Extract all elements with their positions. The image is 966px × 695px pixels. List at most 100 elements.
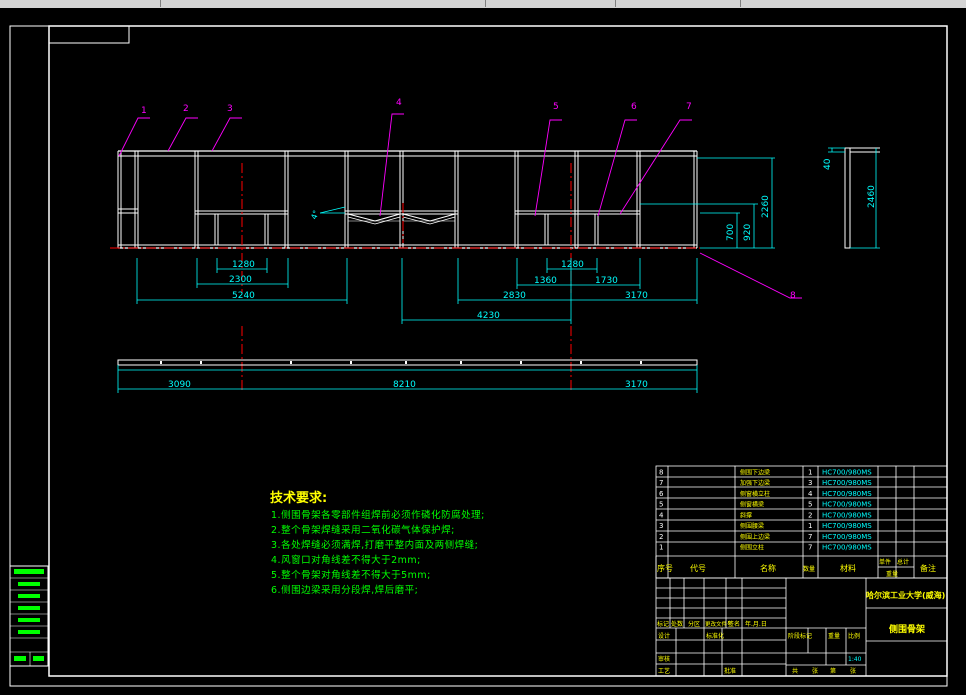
toolbar-segment (615, 0, 741, 7)
balloon-1: 1 (141, 106, 147, 116)
tech-requirement-6: 6.侧围边梁采用分段焊,焊后磨平; (271, 585, 419, 596)
bom-no: 7 (659, 479, 663, 487)
bom-header-qty: 数量 (803, 565, 815, 573)
tech-requirement-3: 3.各处焊缝必须满焊,打磨平整内面及两侧焊缝; (271, 540, 479, 551)
tb-review: 审核 (658, 655, 670, 663)
tech-requirement-5: 5.整个骨架对角线差不得大于5mm; (271, 570, 431, 581)
bom-name: 侧围腰梁 (740, 522, 764, 530)
balloon-6: 6 (631, 102, 637, 112)
side-frame-view (117, 150, 698, 249)
bom-no: 2 (659, 533, 663, 541)
dim-1730: 1730 (595, 276, 618, 286)
balloon-5: 5 (553, 102, 559, 112)
bom-no: 1 (659, 544, 663, 552)
bom-qty: 3 (808, 479, 812, 487)
tb-weight: 重量 (828, 632, 840, 640)
bom-header-code: 代号 (690, 563, 706, 573)
tb-date: 年.月.日 (745, 620, 767, 628)
tb-sheets: 共 (792, 667, 798, 675)
leader-lines (118, 113, 802, 299)
tb-process: 工艺 (658, 667, 670, 675)
bom-material: HC700/980MS (822, 544, 872, 552)
bom-header-no: 序号 (657, 563, 673, 573)
title-block-texts: 哈尔滨工业大学(威海) 侧围骨架 标记 处数 分区 更改文件号 签名 年.月.日… (657, 590, 945, 675)
bom-header: 序号 代号 名称 数量 材料 单件 总计 重量 备注 (657, 558, 936, 578)
bom-no: 5 (659, 501, 663, 509)
drawing-name: 侧围骨架 (889, 623, 925, 635)
balloon-8: 8 (790, 291, 796, 301)
dim-700: 700 (726, 224, 736, 241)
bom-qty: 7 (808, 544, 812, 552)
bom-rows: 8 侧围下边梁 1 HC700/980MS 7 加强下边梁 3 HC700/980MS 6 侧窗横… (659, 468, 872, 551)
dim-40: 40 (823, 158, 833, 170)
tb-mark: 标记 (657, 620, 669, 628)
tech-requirements-title: 技术要求: (270, 491, 328, 506)
bom-name: 侧围下边梁 (740, 468, 770, 476)
university-name: 哈尔滨工业大学(威海) (866, 590, 945, 600)
bom-qty: 1 (808, 522, 812, 530)
tb-scale: 比例 (848, 632, 860, 640)
left-stamp (9, 565, 49, 667)
dim-3170-top: 3170 (625, 291, 648, 301)
bom-header-name: 名称 (760, 563, 776, 573)
dim-angle: 4° (309, 209, 321, 221)
cad-drawing-canvas[interactable]: 1 2 3 4 5 6 7 8 1280 2300 5240 2830 4230… (0, 8, 966, 695)
tech-requirement-1: 1.侧围骨架各零部件组焊前必须作磷化防腐处理; (271, 510, 485, 521)
tb-design: 设计 (658, 632, 670, 640)
tb-standardize: 标准化 (706, 632, 724, 640)
tech-requirement-2: 2.整个骨架焊缝采用二氧化碳气体保护焊; (271, 525, 455, 536)
tb-page2: 张 (850, 667, 856, 675)
bom-header-remark: 备注 (920, 563, 936, 573)
bom-material: HC700/980MS (822, 533, 872, 541)
outer-frame (9, 25, 948, 687)
dim-1280-right: 1280 (561, 260, 584, 270)
toolbar-strip (0, 0, 966, 8)
bom-name: 斜撑 (740, 511, 752, 519)
dim-2830: 2830 (503, 291, 526, 301)
balloon-2: 2 (183, 104, 189, 114)
balloon-numbers: 1 2 3 4 5 6 7 8 (141, 98, 796, 301)
dimension-texts: 1280 2300 5240 2830 4230 1360 1280 1730 … (168, 158, 877, 390)
balloon-7: 7 (686, 102, 692, 112)
bom-header-weight: 重量 (886, 570, 898, 578)
dim-2260: 2260 (761, 195, 771, 218)
toolbar-segment (485, 0, 616, 7)
bom-qty: 2 (808, 511, 812, 519)
bom-no: 4 (659, 511, 664, 519)
dim-1360: 1360 (534, 276, 557, 286)
bom-material: HC700/980MS (822, 511, 872, 519)
tb-page: 第 (830, 667, 836, 675)
drawing-code-box (48, 25, 130, 44)
toolbar-segment (0, 0, 161, 7)
tb-approve: 批准 (724, 667, 736, 675)
bom-name: 侧围上边梁 (740, 533, 770, 541)
bom-qty: 4 (808, 490, 813, 498)
tb-sign: 签名 (728, 620, 740, 628)
tech-requirement-4: 4.风窗口对角线差不得大于2mm; (271, 555, 421, 566)
bom-material: HC700/980MS (822, 479, 872, 487)
dim-2460: 2460 (867, 185, 877, 208)
tb-count: 处数 (671, 620, 683, 628)
dim-4230: 4230 (477, 311, 500, 321)
bom-qty: 5 (808, 501, 812, 509)
bom-header-total: 总计 (897, 558, 909, 566)
bom-name: 侧窗横梁 (740, 501, 764, 509)
bom-name: 加强下边梁 (740, 479, 770, 487)
dim-1280-left: 1280 (232, 260, 255, 270)
bom-name: 侧围立柱 (740, 544, 764, 552)
bom-qty: 7 (808, 533, 812, 541)
balloon-3: 3 (227, 104, 233, 114)
tb-stage: 阶段标记 (788, 632, 812, 640)
dim-2300: 2300 (229, 275, 252, 285)
bom-no: 8 (659, 468, 663, 476)
dim-920: 920 (743, 224, 753, 241)
dim-3170-bottom: 3170 (625, 380, 648, 390)
bom-name: 侧窗横立柱 (740, 490, 770, 498)
bom-no: 3 (659, 522, 663, 530)
bom-material: HC700/980MS (822, 501, 872, 509)
tb-sheet: 张 (812, 667, 818, 675)
bom-material: HC700/980MS (822, 522, 872, 530)
inner-frame (48, 25, 948, 677)
bom-no: 6 (659, 490, 664, 498)
dim-5240: 5240 (232, 291, 255, 301)
